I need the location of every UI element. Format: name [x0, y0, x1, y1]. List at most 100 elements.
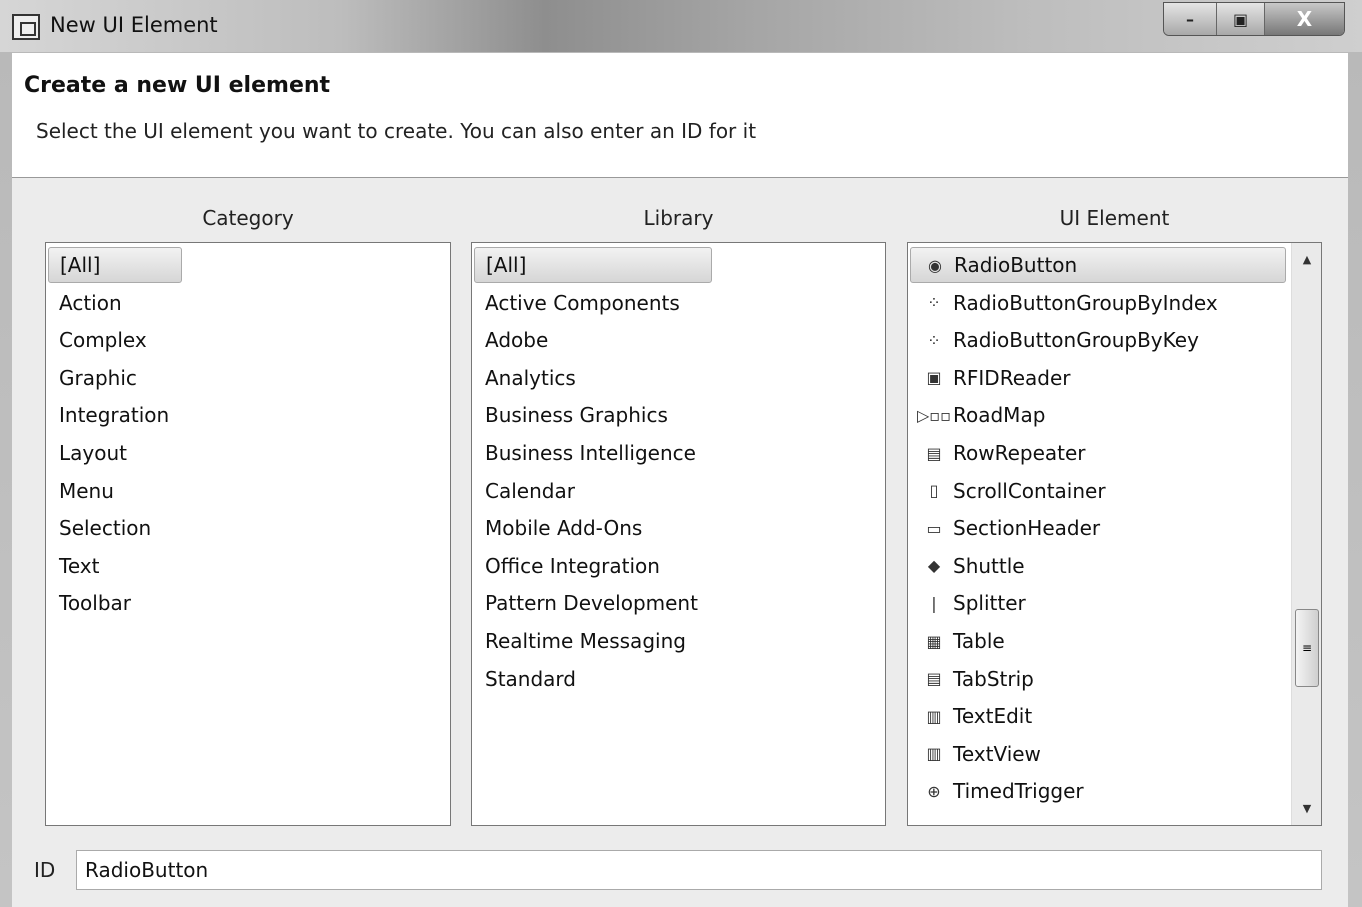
scroll-down-icon[interactable]: ▼	[1292, 802, 1321, 815]
radio-group-index-icon: ⁘	[927, 293, 941, 313]
list-item[interactable]: ▭ SectionHeader	[910, 510, 1100, 546]
category-heading: Category	[202, 206, 294, 230]
list-item-label: Integration	[59, 403, 170, 428]
list-item[interactable]: ▷▫▫ RoadMap	[910, 397, 1045, 433]
list-item[interactable]: Business Intelligence	[474, 435, 696, 471]
window-controls: – ▣ X	[1163, 2, 1345, 36]
list-item-label: TabStrip	[953, 666, 1034, 691]
list-item[interactable]: ◉ RadioButton	[910, 247, 1286, 283]
list-item[interactable]: [All]	[48, 247, 182, 283]
list-item[interactable]: ▣ RFIDReader	[910, 360, 1070, 396]
list-item[interactable]: Calendar	[474, 473, 575, 509]
list-item-label: Active Components	[485, 290, 680, 315]
category-list[interactable]: [All] Action Complex Graphic Integration Layo…	[45, 242, 451, 826]
close-button[interactable]: X	[1264, 3, 1344, 35]
ui-element-heading: UI Element	[1059, 206, 1170, 230]
title-bar[interactable]: New UI Element – ▣ X	[0, 0, 1362, 52]
list-item-label: Table	[953, 629, 1005, 653]
list-item-label: RadioButtonGroupByKey	[953, 328, 1199, 353]
app-icon	[12, 14, 40, 40]
list-item[interactable]: Standard	[474, 661, 576, 697]
shuttle-icon: ◆	[927, 556, 941, 576]
rfid-reader-icon: ▣	[926, 368, 942, 388]
list-item-label: [All]	[486, 253, 527, 277]
scroll-container-icon: ▯	[929, 481, 939, 501]
text-view-icon: ▥	[926, 744, 942, 764]
list-item[interactable]: ⊕ TimedTrigger	[910, 773, 1084, 809]
list-item[interactable]: Graphic	[48, 360, 137, 396]
list-item[interactable]: ▥ TextView	[910, 736, 1041, 772]
list-item-label: Action	[59, 290, 122, 315]
scroll-thumb[interactable]: ≡	[1295, 609, 1319, 687]
list-item-label: Splitter	[953, 591, 1026, 616]
row-repeater-icon: ▤	[926, 443, 942, 463]
list-item-label: ScrollContainer	[953, 478, 1106, 503]
id-input[interactable]	[76, 850, 1322, 890]
dialog-body: Category Library UI Element [All] Action C…	[12, 178, 1348, 907]
list-item-label: Realtime Messaging	[485, 629, 686, 653]
id-label: ID	[34, 858, 56, 882]
library-heading: Library	[643, 206, 714, 230]
list-item[interactable]: Business Graphics	[474, 397, 668, 433]
list-item[interactable]: ▥ TextEdit	[910, 698, 1032, 734]
list-item[interactable]: Toolbar	[48, 585, 131, 621]
list-item-label: Mobile Add-Ons	[485, 516, 643, 541]
list-item[interactable]: ⁘ RadioButtonGroupByIndex	[910, 285, 1217, 321]
list-item-label: Text	[59, 553, 100, 578]
list-item-label: Layout	[59, 441, 127, 465]
list-item-label: Business Intelligence	[485, 441, 696, 465]
minimize-button[interactable]: –	[1164, 3, 1216, 35]
list-item-label: Calendar	[485, 478, 575, 503]
list-item[interactable]: ▦ Table	[910, 623, 1005, 659]
list-item[interactable]: ▤ TabStrip	[910, 661, 1034, 697]
list-item[interactable]: Text	[48, 548, 99, 584]
list-item[interactable]: Integration	[48, 397, 169, 433]
library-list[interactable]: [All] Active Components Adobe Analytics Busi…	[471, 242, 886, 826]
scrollbar[interactable]: ▲ ≡ ▼	[1291, 243, 1321, 825]
list-item-label: TextView	[953, 741, 1041, 766]
list-item-label: RFIDReader	[953, 365, 1071, 390]
list-item[interactable]: Analytics	[474, 360, 576, 396]
list-item[interactable]: Mobile Add-Ons	[474, 510, 642, 546]
list-item-label: Toolbar	[59, 591, 132, 616]
list-item-label: Business Graphics	[485, 403, 668, 428]
list-item[interactable]: Layout	[48, 435, 127, 471]
list-item-label: Selection	[59, 516, 152, 541]
list-item-label: RoadMap	[953, 403, 1046, 428]
list-item[interactable]: Selection	[48, 510, 151, 546]
list-item[interactable]: ⁘ RadioButtonGroupByKey	[910, 322, 1199, 358]
list-item[interactable]: [All]	[474, 247, 712, 283]
section-header-icon: ▭	[926, 518, 942, 538]
list-item-label: SectionHeader	[953, 516, 1101, 541]
maximize-button[interactable]: ▣	[1216, 3, 1264, 35]
list-item[interactable]: Action	[48, 285, 122, 321]
dialog-description: Select the UI element you want to create…	[36, 119, 757, 143]
list-item[interactable]: Active Components	[474, 285, 680, 321]
list-item-label: TextEdit	[953, 704, 1033, 729]
list-item-label: RowRepeater	[953, 441, 1086, 465]
list-item[interactable]: ▤ RowRepeater	[910, 435, 1086, 471]
list-item[interactable]: ◆ Shuttle	[910, 548, 1025, 584]
scroll-up-icon[interactable]: ▲	[1292, 253, 1321, 266]
list-item[interactable]: Menu	[48, 473, 114, 509]
dialog-header: Create a new UI element Select the UI el…	[12, 53, 1348, 178]
list-item-label: Menu	[59, 478, 114, 503]
tabstrip-icon: ▤	[926, 669, 942, 689]
list-item[interactable]: Realtime Messaging	[474, 623, 686, 659]
list-item[interactable]: Adobe	[474, 322, 548, 358]
timed-trigger-icon: ⊕	[927, 781, 941, 801]
list-item-label: Standard	[485, 666, 576, 691]
list-item[interactable]: ▯ ScrollContainer	[910, 473, 1106, 509]
list-item[interactable]: Pattern Development	[474, 585, 698, 621]
dialog-title: Create a new UI element	[24, 73, 331, 98]
ui-element-list[interactable]: ▲ ≡ ▼ ◉ RadioButton ⁘ RadioButtonGroupByInd…	[907, 242, 1322, 826]
list-item-label: TimedTrigger	[953, 779, 1084, 804]
window-title: New UI Element	[50, 13, 218, 37]
splitter-icon: |	[931, 593, 937, 613]
list-item-label: Office Integration	[485, 553, 660, 578]
list-item[interactable]: Complex	[48, 322, 147, 358]
radio-button-icon: ◉	[928, 255, 942, 275]
list-item[interactable]: Office Integration	[474, 548, 660, 584]
dialog-window: New UI Element – ▣ X Create a new UI ele…	[0, 0, 1362, 907]
list-item[interactable]: | Splitter	[910, 585, 1026, 621]
